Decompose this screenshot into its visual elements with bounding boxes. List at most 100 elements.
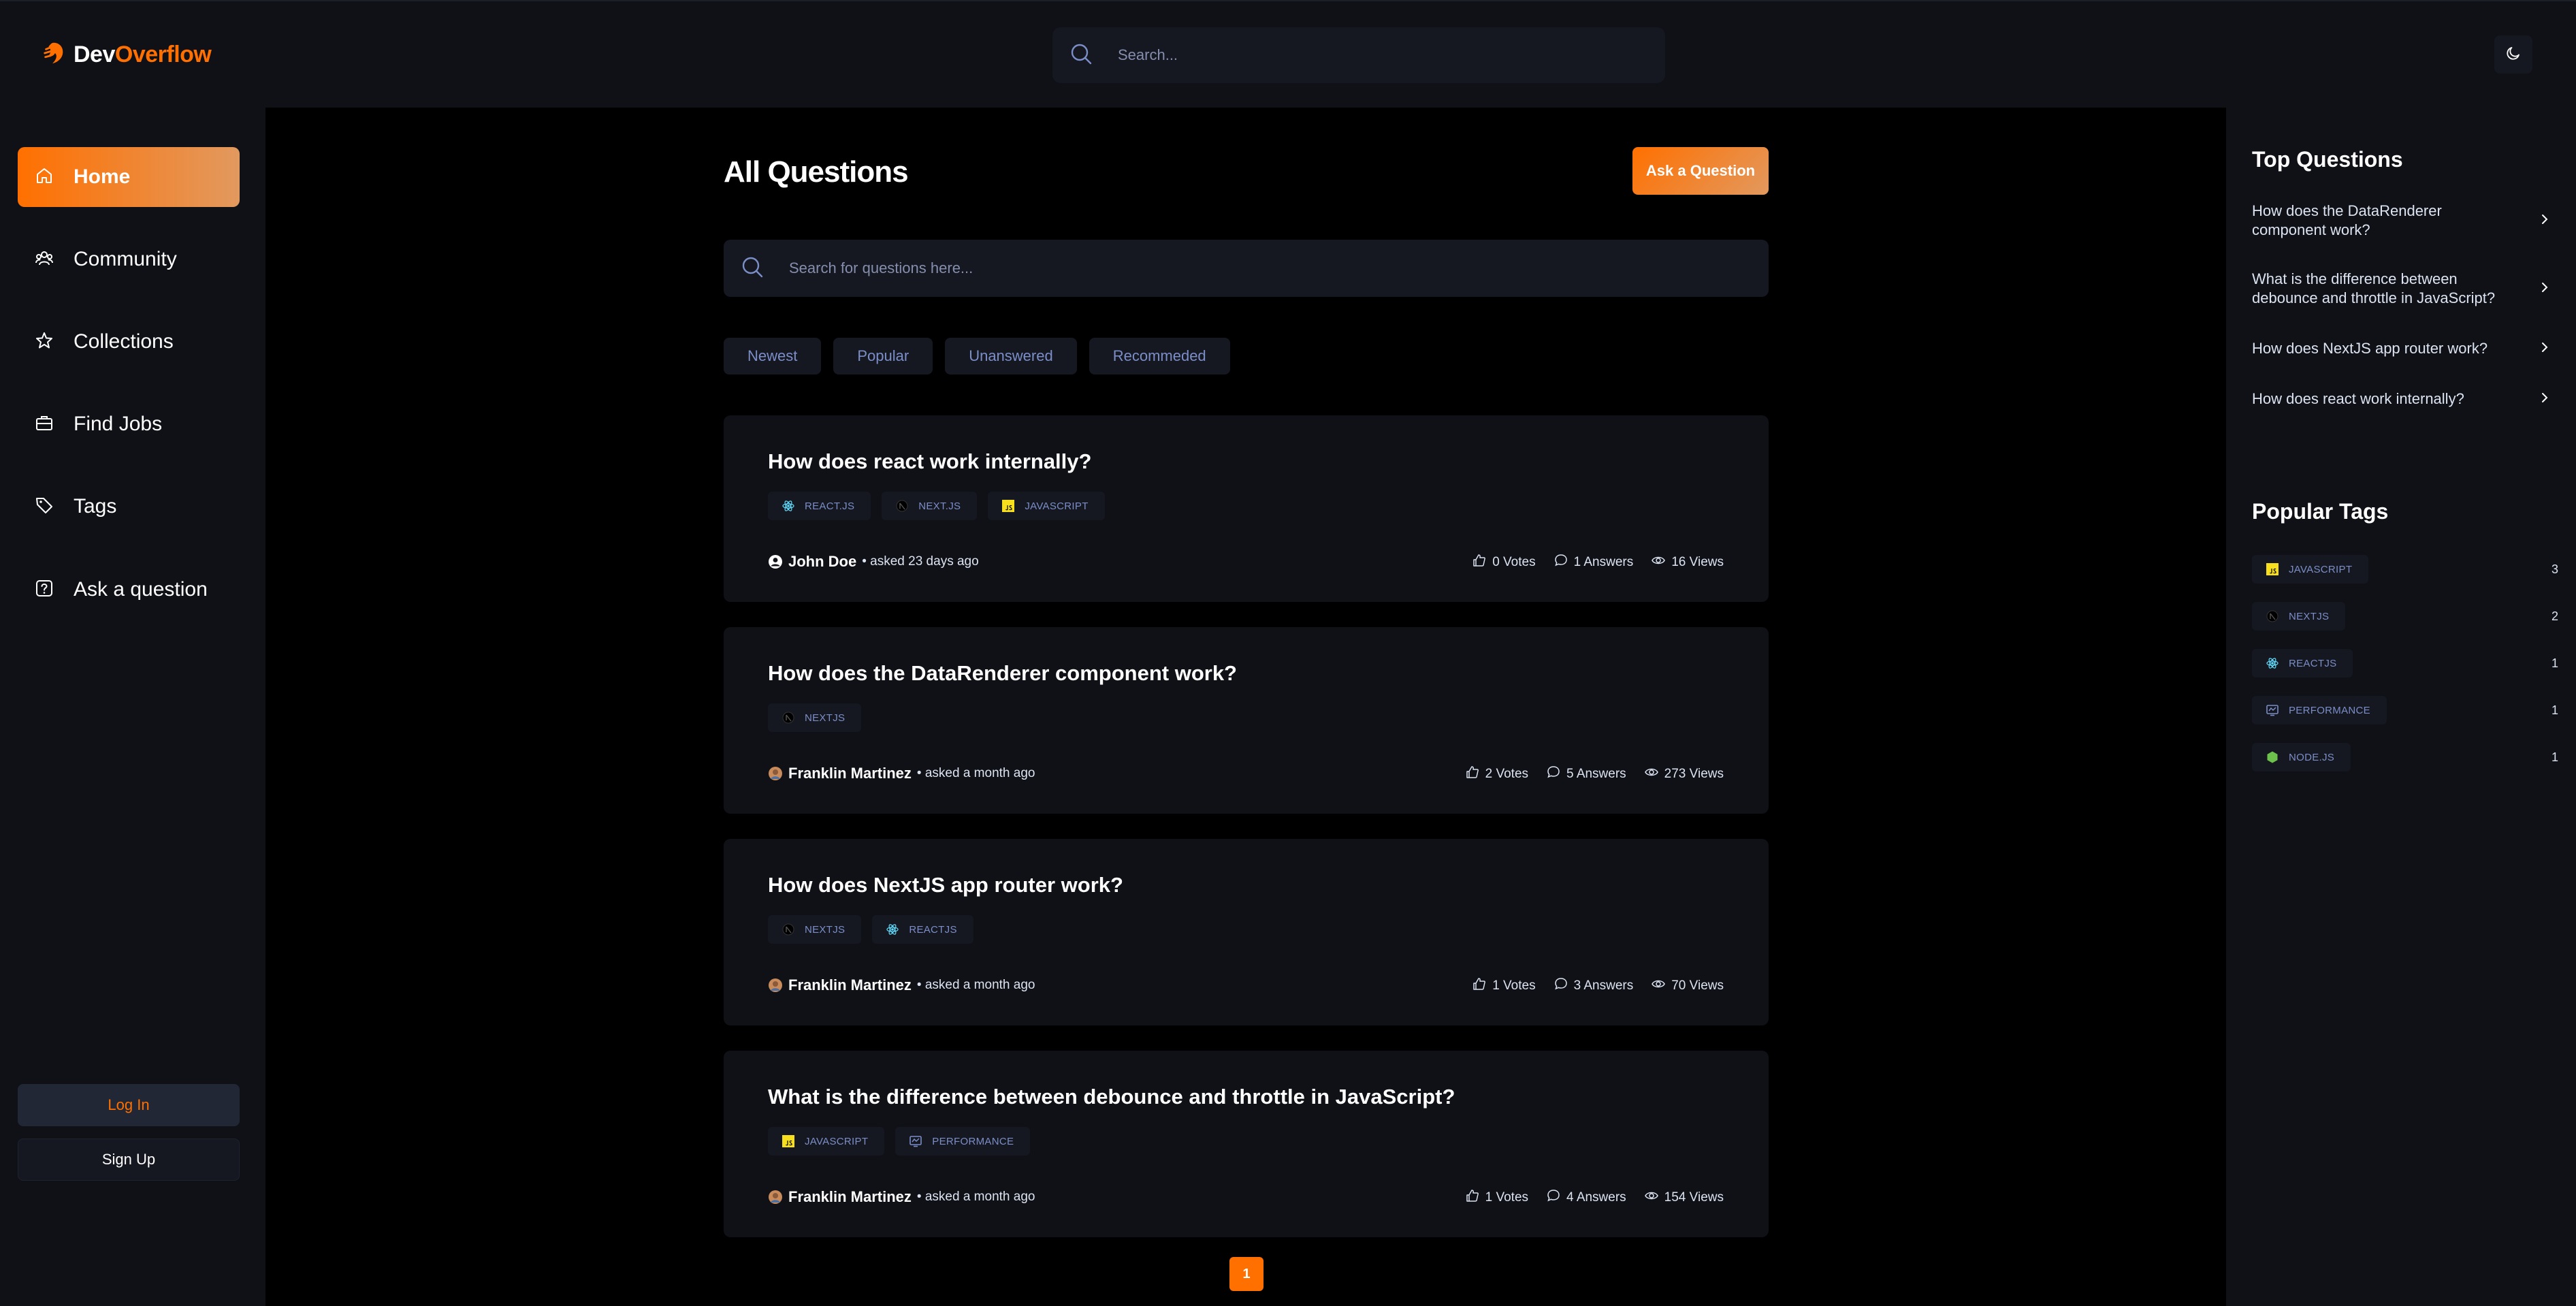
login-button[interactable]: Log In bbox=[18, 1084, 240, 1126]
votes-metric: 0 Votes bbox=[1472, 553, 1536, 572]
avatar bbox=[768, 766, 783, 781]
tag-label: NODE.JS bbox=[2289, 751, 2335, 763]
popular-tag-row[interactable]: PERFORMANCE 1 bbox=[2252, 695, 2558, 725]
sidebar-item-community[interactable]: Community bbox=[18, 229, 240, 289]
logo-icon bbox=[41, 40, 67, 69]
answers-count: 1 Answers bbox=[1573, 555, 1634, 569]
top-question-link[interactable]: What is the difference between debounce … bbox=[2252, 270, 2551, 308]
tag-chip[interactable]: NEXTJS bbox=[768, 915, 862, 944]
asked-time: • asked a month ago bbox=[916, 766, 1035, 780]
nodejs-icon bbox=[2266, 750, 2279, 764]
logo[interactable]: DevOverflow bbox=[41, 39, 212, 69]
tag-chip[interactable]: REACT.JS bbox=[768, 492, 871, 520]
tag-label: NEXTJS bbox=[805, 712, 846, 724]
nextjs-icon bbox=[782, 923, 795, 936]
tag-label: NEXTJS bbox=[805, 923, 846, 936]
tag-chip[interactable]: NEXTJS bbox=[2252, 602, 2346, 631]
react-icon bbox=[782, 499, 795, 513]
answers-metric: 5 Answers bbox=[1546, 765, 1626, 784]
page-title: All Questions bbox=[724, 155, 909, 189]
views-metric: 16 Views bbox=[1651, 553, 1724, 572]
thumbs-up-icon bbox=[1472, 553, 1487, 572]
author-name: Franklin Martinez bbox=[788, 1188, 912, 1205]
popular-tag-row[interactable]: NODE.JS 1 bbox=[2252, 742, 2558, 772]
pagination-page-button[interactable]: 1 bbox=[1229, 1257, 1263, 1291]
question-card[interactable]: What is the difference between debounce … bbox=[724, 1051, 1769, 1237]
votes-count: 0 Votes bbox=[1492, 555, 1536, 569]
tag-count: 2 bbox=[2551, 609, 2558, 623]
filter-bar: Newest Popular Unanswered Recommeded bbox=[724, 338, 1230, 375]
theme-toggle-button[interactable] bbox=[2494, 35, 2532, 74]
tag-icon bbox=[34, 495, 54, 519]
question-card[interactable]: How does the DataRenderer component work… bbox=[724, 627, 1769, 814]
tag-chip[interactable]: JAVASCRIPT bbox=[2252, 555, 2369, 584]
question-author[interactable]: Franklin Martinez • asked a month ago bbox=[768, 976, 1035, 994]
question-author[interactable]: Franklin Martinez • asked a month ago bbox=[768, 1188, 1035, 1206]
tag-chip[interactable]: REACTJS bbox=[2252, 649, 2353, 678]
popular-tag-row[interactable]: NEXTJS 2 bbox=[2252, 601, 2558, 631]
global-search-placeholder: Search... bbox=[1118, 46, 1178, 63]
top-question-link[interactable]: How does the DataRenderer component work… bbox=[2252, 202, 2551, 240]
question-card[interactable]: How does NextJS app router work? NEXTJS … bbox=[724, 839, 1769, 1025]
sidebar-item-collections[interactable]: Collections bbox=[18, 312, 240, 372]
sidebar-item-label: Tags bbox=[74, 495, 117, 517]
popular-tag-row[interactable]: REACTJS 1 bbox=[2252, 648, 2558, 678]
eye-icon bbox=[1644, 765, 1659, 784]
nextjs-icon bbox=[782, 711, 795, 724]
views-metric: 70 Views bbox=[1651, 976, 1724, 996]
tag-chip[interactable]: JAVASCRIPT bbox=[768, 1127, 885, 1156]
filter-unanswered[interactable]: Unanswered bbox=[945, 338, 1077, 375]
tag-label: NEXTJS bbox=[2289, 610, 2330, 622]
answers-count: 3 Answers bbox=[1573, 978, 1634, 993]
filter-recommended[interactable]: Recommeded bbox=[1089, 338, 1230, 375]
question-title[interactable]: How does NextJS app router work? bbox=[768, 873, 1123, 897]
react-icon bbox=[886, 923, 899, 936]
top-questions-heading: Top Questions bbox=[2252, 147, 2403, 172]
filter-popular[interactable]: Popular bbox=[833, 338, 933, 375]
thumbs-up-icon bbox=[1465, 1188, 1480, 1207]
tag-label: REACTJS bbox=[2289, 657, 2337, 669]
question-metrics: 2 Votes 5 Answers 273 Views bbox=[1465, 765, 1724, 784]
avatar bbox=[768, 978, 783, 993]
votes-count: 1 Votes bbox=[1492, 978, 1536, 993]
tag-label: JAVASCRIPT bbox=[2289, 563, 2353, 575]
tag-chip[interactable]: NEXT.JS bbox=[882, 492, 978, 520]
top-question-link[interactable]: How does NextJS app router work? bbox=[2252, 339, 2551, 358]
question-author[interactable]: John Doe • asked 23 days ago bbox=[768, 553, 979, 571]
tag-chip[interactable]: NEXTJS bbox=[768, 703, 862, 732]
sidebar-item-find-jobs[interactable]: Find Jobs bbox=[18, 394, 240, 454]
question-title[interactable]: What is the difference between debounce … bbox=[768, 1085, 1455, 1109]
ask-question-button[interactable]: Ask a Question bbox=[1632, 147, 1769, 195]
popular-tag-row[interactable]: JAVASCRIPT 3 bbox=[2252, 554, 2558, 584]
question-title[interactable]: How does the DataRenderer component work… bbox=[768, 661, 1237, 686]
logo-text-dev: Dev bbox=[74, 41, 115, 67]
question-tags: NEXTJS bbox=[768, 703, 862, 732]
sidebar-item-label: Community bbox=[74, 248, 177, 270]
performance-icon bbox=[909, 1134, 922, 1148]
sidebar-item-home[interactable]: Home bbox=[18, 147, 240, 207]
views-metric: 273 Views bbox=[1644, 765, 1724, 784]
filter-newest[interactable]: Newest bbox=[724, 338, 822, 375]
sidebar-item-ask-question[interactable]: Ask a question bbox=[18, 560, 240, 620]
votes-count: 1 Votes bbox=[1485, 1190, 1529, 1205]
sidebar-item-tags[interactable]: Tags bbox=[18, 477, 240, 537]
tag-chip[interactable]: PERFORMANCE bbox=[2252, 696, 2387, 724]
question-tags: JAVASCRIPT PERFORMANCE bbox=[768, 1127, 1031, 1156]
signup-button[interactable]: Sign Up bbox=[18, 1138, 240, 1181]
views-count: 16 Views bbox=[1671, 555, 1724, 569]
chevron-right-icon bbox=[2538, 340, 2551, 357]
answers-metric: 1 Answers bbox=[1553, 553, 1634, 572]
question-author[interactable]: Franklin Martinez • asked a month ago bbox=[768, 765, 1035, 782]
tag-chip[interactable]: REACTJS bbox=[872, 915, 973, 944]
tag-chip[interactable]: NODE.JS bbox=[2252, 743, 2351, 771]
tag-chip[interactable]: PERFORMANCE bbox=[895, 1127, 1031, 1156]
top-question-link[interactable]: How does react work internally? bbox=[2252, 389, 2551, 409]
question-title[interactable]: How does react work internally? bbox=[768, 449, 1091, 474]
top-question-text: How does react work internally? bbox=[2252, 390, 2464, 407]
tag-chip[interactable]: JAVASCRIPT bbox=[988, 492, 1105, 520]
global-search-input[interactable]: Search... bbox=[1052, 27, 1665, 83]
author-name: Franklin Martinez bbox=[788, 976, 912, 993]
question-search-input[interactable]: Search for questions here... bbox=[724, 240, 1769, 297]
thumbs-up-icon bbox=[1465, 765, 1480, 784]
question-card[interactable]: How does react work internally? REACT.JS… bbox=[724, 415, 1769, 602]
